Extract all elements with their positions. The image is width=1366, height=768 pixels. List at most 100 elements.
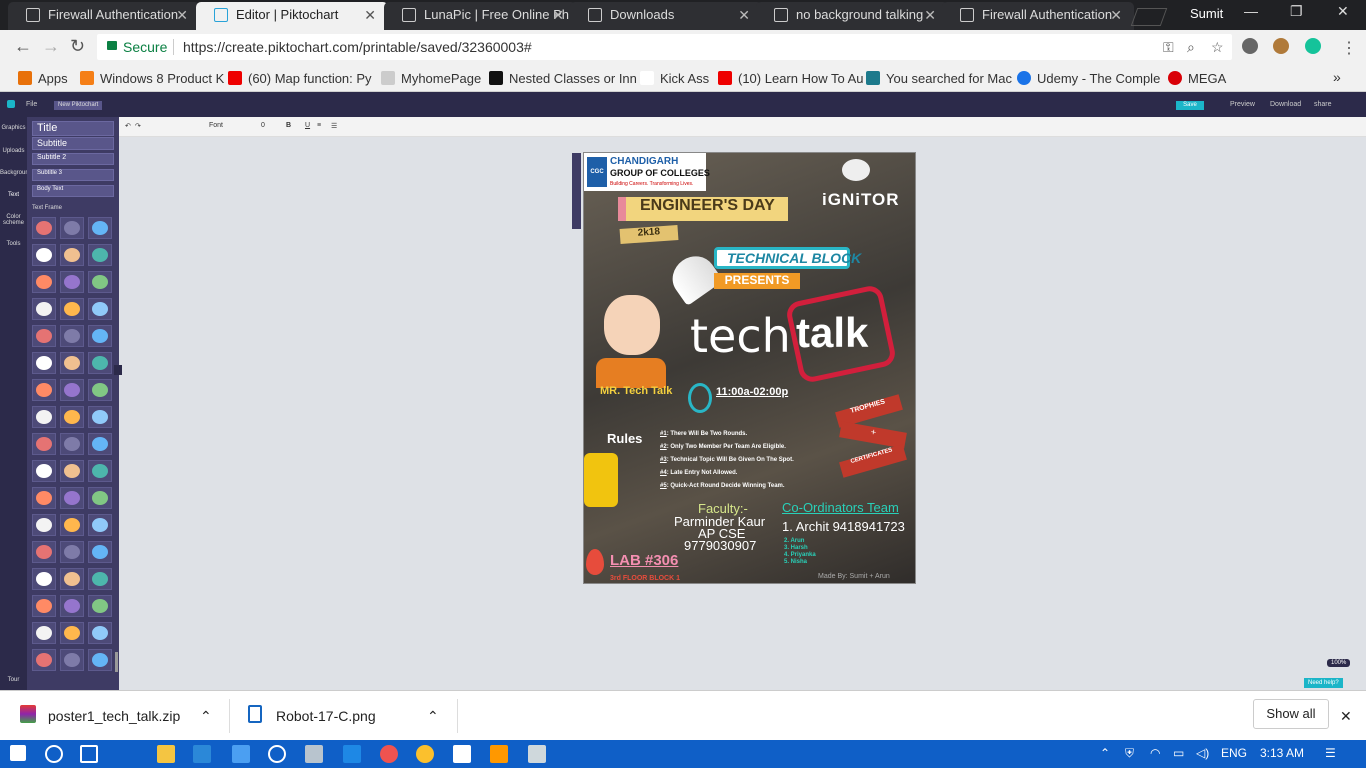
close-window-icon[interactable]: ✕ (1337, 3, 1349, 20)
text-frame-thumbnail[interactable] (60, 325, 84, 347)
tab-piktochart[interactable]: Editor | Piktochart ✕ (196, 2, 388, 30)
notepad-icon[interactable] (528, 745, 546, 763)
bold-icon[interactable]: B (286, 122, 291, 129)
download-item-png[interactable]: Robot-17-C.png (276, 708, 376, 724)
text-frame-thumbnail[interactable] (32, 595, 56, 617)
text-frame-thumbnail[interactable] (32, 298, 56, 320)
close-icon[interactable]: ✕ (924, 2, 936, 28)
panel-scrollbar[interactable] (115, 652, 118, 672)
bookmark-map-function[interactable]: (60) Map function: Py (228, 71, 372, 86)
back-icon[interactable]: ← (14, 36, 32, 57)
text-frame-thumbnail[interactable] (88, 217, 112, 239)
store-icon[interactable] (193, 745, 211, 763)
text-frame-thumbnail[interactable] (60, 514, 84, 536)
mail-icon[interactable] (232, 745, 250, 763)
text-frame-thumbnail[interactable] (60, 379, 84, 401)
chevron-up-icon[interactable]: ⌃ (427, 708, 439, 725)
text-frame-thumbnail[interactable] (32, 325, 56, 347)
extension-icon[interactable] (1242, 38, 1258, 54)
app-icon[interactable] (453, 745, 471, 763)
text-frame-thumbnail[interactable] (32, 568, 56, 590)
font-size-select[interactable]: 0 (261, 122, 265, 129)
list-icon[interactable]: ☰ (331, 122, 337, 130)
battery-icon[interactable]: ▭ (1173, 746, 1184, 760)
text-style-subtitle-2[interactable]: Subtitle 2 (32, 153, 114, 165)
action-center-icon[interactable]: ☰ (1325, 746, 1336, 760)
url-text[interactable]: https://create.piktochart.com/printable/… (183, 34, 532, 60)
tab-firewall-1[interactable]: Firewall Authentication ✕ (8, 2, 200, 30)
zoom-icon[interactable]: ⌕ (1187, 34, 1195, 60)
sidebar-tour[interactable]: Tour (0, 677, 27, 683)
close-icon[interactable]: ✕ (1110, 2, 1122, 28)
text-frame-thumbnail[interactable] (32, 406, 56, 428)
tab-lunapic[interactable]: LunaPic | Free Online Ph ✕ (384, 2, 576, 30)
text-frame-thumbnail[interactable] (60, 487, 84, 509)
preview-button[interactable]: Preview (1230, 101, 1255, 108)
show-hidden-icons[interactable]: ⌃ (1100, 746, 1110, 760)
tab-google[interactable]: no background talking ✕ (756, 2, 948, 30)
file-explorer-icon[interactable] (157, 745, 175, 763)
text-frame-thumbnail[interactable] (88, 352, 112, 374)
photos-icon[interactable] (305, 745, 323, 763)
text-frame-thumbnail[interactable] (60, 271, 84, 293)
text-frame-thumbnail[interactable] (88, 595, 112, 617)
windows-start-icon[interactable] (10, 745, 26, 761)
text-frame-thumbnail[interactable] (32, 433, 56, 455)
star-icon[interactable]: ☆ (1211, 34, 1224, 60)
close-icon[interactable]: ✕ (364, 2, 376, 28)
save-button[interactable]: Save (1176, 101, 1204, 110)
reload-icon[interactable]: ↻ (70, 36, 85, 57)
text-frame-thumbnail[interactable] (88, 541, 112, 563)
sidebar-text[interactable]: Text (0, 192, 27, 198)
text-frame-thumbnail[interactable] (88, 433, 112, 455)
text-frame-thumbnail[interactable] (60, 406, 84, 428)
text-frame-thumbnail[interactable] (88, 298, 112, 320)
text-frame-thumbnail[interactable] (60, 244, 84, 266)
chrome-icon[interactable] (416, 745, 434, 763)
defender-icon[interactable]: ⛨ (1125, 746, 1134, 761)
grammarly-icon[interactable] (1305, 38, 1321, 54)
sidebar-color-scheme[interactable]: Color scheme (0, 214, 27, 226)
text-style-subtitle-3[interactable]: Subtitle 3 (32, 169, 114, 181)
close-icon[interactable]: ✕ (552, 2, 564, 28)
sublime-icon[interactable] (490, 745, 508, 763)
sidebar-tools[interactable]: Tools (0, 241, 27, 247)
bookmark-udemy[interactable]: Udemy - The Comple (1017, 71, 1160, 86)
redo-icon[interactable]: ↷ (135, 122, 141, 130)
new-piktochart-button[interactable]: New Piktochart (54, 101, 103, 110)
text-frame-thumbnail[interactable] (88, 649, 112, 671)
need-help-button[interactable]: Need help? (1304, 678, 1343, 688)
bookmark-learn-how[interactable]: (10) Learn How To Au (718, 71, 864, 86)
zoom-level[interactable]: 100% (1327, 659, 1351, 667)
text-frame-thumbnail[interactable] (88, 487, 112, 509)
profile-name[interactable]: Sumit (1190, 6, 1223, 21)
bookmark-nested-classes[interactable]: Nested Classes or Inn (489, 71, 637, 86)
text-frame-thumbnail[interactable] (88, 460, 112, 482)
text-frame-thumbnail[interactable] (60, 433, 84, 455)
close-icon[interactable]: ✕ (176, 2, 188, 28)
text-frame-thumbnail[interactable] (88, 244, 112, 266)
text-style-body[interactable]: Body Text (32, 185, 114, 197)
underline-icon[interactable]: U (305, 122, 310, 129)
close-icon[interactable]: ✕ (738, 2, 750, 28)
text-frame-thumbnail[interactable] (60, 298, 84, 320)
chevron-up-icon[interactable]: ⌃ (200, 708, 212, 725)
text-frame-thumbnail[interactable] (32, 352, 56, 374)
text-frame-thumbnail[interactable] (88, 379, 112, 401)
text-frame-thumbnail[interactable] (60, 568, 84, 590)
text-style-subtitle[interactable]: Subtitle (32, 137, 114, 150)
text-frame-thumbnail[interactable] (88, 568, 112, 590)
text-frame-thumbnail[interactable] (88, 325, 112, 347)
cortana-icon[interactable] (45, 745, 63, 763)
forward-icon[interactable]: → (42, 36, 60, 57)
text-frame-thumbnail[interactable] (32, 514, 56, 536)
share-button[interactable]: share (1314, 101, 1332, 108)
tab-firewall-2[interactable]: Firewall Authentication ✕ (942, 2, 1134, 30)
text-frame-thumbnail[interactable] (32, 271, 56, 293)
language-indicator[interactable]: ENG (1221, 746, 1247, 760)
paint-icon[interactable] (380, 745, 398, 763)
text-frame-thumbnail[interactable] (32, 217, 56, 239)
text-frame-thumbnail[interactable] (32, 487, 56, 509)
file-menu[interactable]: File (26, 101, 37, 108)
bookmark-mega[interactable]: MEGA (1168, 71, 1226, 86)
